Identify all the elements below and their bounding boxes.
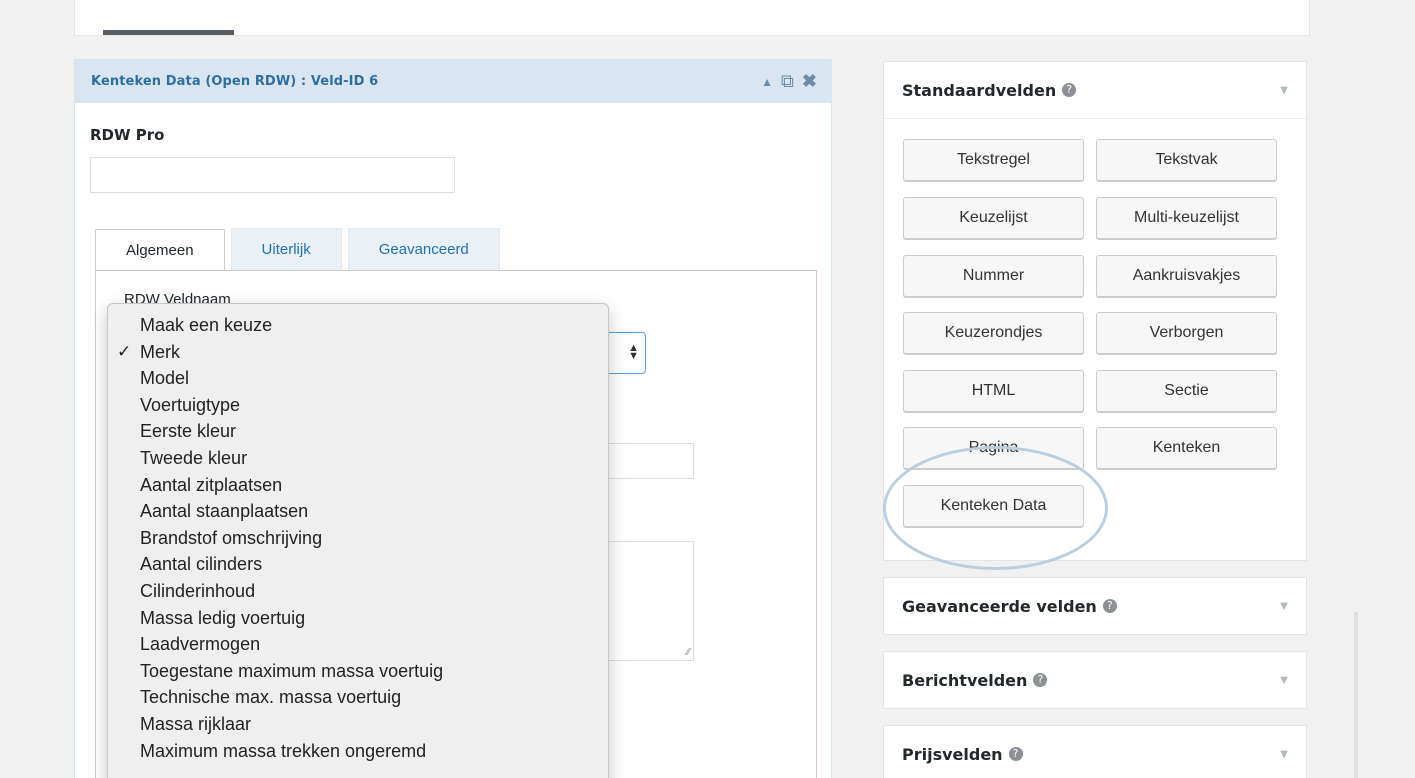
btn-nummer[interactable]: Nummer <box>903 255 1084 297</box>
help-icon[interactable]: ? <box>1102 599 1117 613</box>
btn-html[interactable]: HTML <box>903 370 1084 412</box>
dropdown-option[interactable]: Aantal staanplaatsen <box>108 498 608 525</box>
field-header[interactable]: Kenteken Data (Open RDW) : Veld-ID 6 ▲ ⧉… <box>75 60 831 103</box>
btn-tekstregel[interactable]: Tekstregel <box>903 139 1084 181</box>
btn-aankruisvakjes[interactable]: Aankruisvakjes <box>1096 255 1277 297</box>
btn-verborgen[interactable]: Verborgen <box>1096 312 1277 354</box>
caret-down-icon[interactable]: ▼ <box>1280 85 1288 96</box>
duplicate-icon[interactable]: ⧉ <box>781 71 794 92</box>
field-label-input[interactable] <box>90 157 455 193</box>
btn-kenteken-data[interactable]: Kenteken Data <box>903 485 1084 527</box>
delete-icon[interactable]: ✖ <box>802 71 817 92</box>
resize-grip-icon[interactable]: ∕∕ <box>687 647 690 658</box>
tab-uiterlijk[interactable]: Uiterlijk <box>230 228 342 270</box>
btn-keuzelijst[interactable]: Keuzelijst <box>903 197 1084 239</box>
select-arrows-icon: ▲ ▼ <box>628 342 639 362</box>
active-tab-indicator <box>103 30 234 35</box>
help-icon[interactable]: ? <box>1033 673 1048 687</box>
geavanceerde-velden-header[interactable]: Geavanceerde velden ? ▼ <box>884 578 1306 634</box>
dropdown-option[interactable]: Tweede kleur <box>108 445 608 472</box>
standaardvelden-buttons: Tekstregel Tekstvak Keuzelijst Multi-keu… <box>884 118 1306 527</box>
dropdown-option-selected[interactable]: ✓ Merk <box>108 339 608 366</box>
dropdown-option[interactable]: Aantal zitplaatsen <box>108 472 608 499</box>
btn-sectie[interactable]: Sectie <box>1096 370 1277 412</box>
dropdown-option[interactable]: Eerste kleur <box>108 418 608 445</box>
dropdown-option[interactable]: Cilinderinhoud <box>108 578 608 605</box>
geavanceerde-velden-box[interactable]: Geavanceerde velden ? ▼ <box>883 577 1307 635</box>
prijsvelden-box[interactable]: Prijsvelden ? ▼ <box>883 725 1307 778</box>
dropdown-option[interactable]: Laadvermogen <box>108 631 608 658</box>
dropdown-option[interactable]: Maximum massa trekken ongeremd <box>108 738 608 765</box>
help-icon[interactable]: ? <box>1008 747 1023 761</box>
dropdown-option[interactable]: Model <box>108 365 608 392</box>
field-title: Kenteken Data (Open RDW) : Veld-ID 6 <box>91 74 379 89</box>
btn-pagina[interactable]: Pagina <box>903 427 1084 469</box>
prijsvelden-header[interactable]: Prijsvelden ? ▼ <box>884 726 1306 778</box>
dropdown-option[interactable]: Technische max. massa voertuig <box>108 684 608 711</box>
dropdown-option[interactable]: Maak een keuze <box>108 312 608 339</box>
standaardvelden-header[interactable]: Standaardvelden ? ▼ <box>884 62 1306 118</box>
top-toolbar <box>74 0 1310 36</box>
dropdown-option[interactable]: Voertuigtype <box>108 392 608 419</box>
dropdown-option[interactable]: Massa rijklaar <box>108 711 608 738</box>
btn-kenteken[interactable]: Kenteken <box>1096 427 1277 469</box>
dropdown-option[interactable]: Brandstof omschrijving <box>108 525 608 552</box>
dropdown-option[interactable]: Massa ledig voertuig <box>108 605 608 632</box>
caret-down-icon[interactable]: ▼ <box>1280 601 1288 612</box>
dropdown-option[interactable]: Aantal cilinders <box>108 551 608 578</box>
btn-tekstvak[interactable]: Tekstvak <box>1096 139 1277 181</box>
collapse-icon[interactable]: ▲ <box>761 75 773 89</box>
tab-geavanceerd[interactable]: Geavanceerd <box>347 228 500 270</box>
help-icon[interactable]: ? <box>1062 83 1077 97</box>
checkmark-icon: ✓ <box>117 341 132 361</box>
berichtvelden-header[interactable]: Berichtvelden ? ▼ <box>884 652 1306 708</box>
btn-keuzerondjes[interactable]: Keuzerondjes <box>903 312 1084 354</box>
caret-down-icon[interactable]: ▼ <box>1280 675 1288 686</box>
dropdown-option[interactable]: Toegestane maximum massa voertuig <box>108 658 608 685</box>
berichtvelden-box[interactable]: Berichtvelden ? ▼ <box>883 651 1307 709</box>
caret-down-icon[interactable]: ▼ <box>1280 749 1288 760</box>
field-label-text: RDW Pro <box>90 126 165 144</box>
page-scrollbar[interactable] <box>1354 612 1358 778</box>
tab-algemeen[interactable]: Algemeen <box>95 229 225 271</box>
btn-multi-keuzelijst[interactable]: Multi-keuzelijst <box>1096 197 1277 239</box>
veldnaam-dropdown[interactable]: Maak een keuze ✓ Merk Model Voertuigtype … <box>107 303 609 778</box>
standaardvelden-box: Standaardvelden ? ▼ Tekstregel Tekstvak … <box>883 61 1307 561</box>
